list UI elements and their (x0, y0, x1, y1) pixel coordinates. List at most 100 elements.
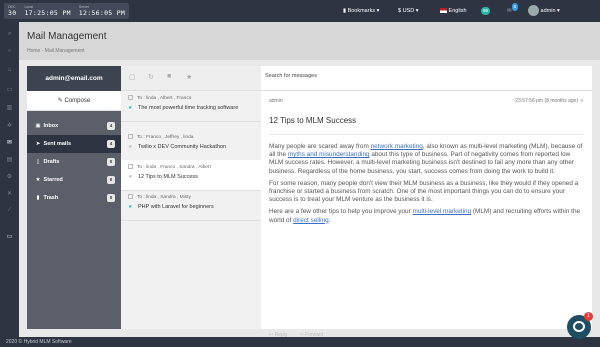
star-icon[interactable]: ★ (128, 174, 132, 181)
refresh-icon[interactable]: ↻ (148, 73, 154, 81)
trash-icon: ▮ (36, 195, 40, 201)
message-meta: admin 23:57:56 pm (8 months ago) ★ (269, 98, 584, 107)
mail-icon[interactable]: ✉ (5, 139, 14, 146)
star-icon[interactable]: ★ (580, 98, 584, 104)
gear-icon[interactable]: ⚙ (5, 173, 14, 180)
breadcrumb: Home - Mail Management (27, 48, 85, 54)
recipients: To : linda , Sandra , Misty (128, 194, 255, 200)
folder-count: 0 (107, 194, 115, 202)
page-header: Mail Management Home - Mail Management (19, 22, 600, 60)
message-body: Many people are scared away from network… (269, 134, 584, 225)
list-item[interactable]: To : Franco , Jeffrey , linda ★ Twilio x … (121, 130, 261, 161)
notifications-count: 99 (481, 7, 491, 15)
bookmarks-dropdown[interactable]: ▮ Bookmarks ▾ (343, 5, 379, 17)
paragraph: Here are a few other tips to help you im… (269, 208, 584, 224)
text: Here are a few other tips to help you im… (269, 208, 413, 216)
breadcrumb-home[interactable]: Home (27, 48, 40, 54)
subject: ★ PHP with Laravel for beginners (128, 204, 255, 211)
date-display: DEC 30 (8, 5, 16, 17)
folder-count: 4 (107, 122, 115, 130)
recipients: To : Franco , Jeffrey , linda (128, 134, 255, 140)
link-direct-selling[interactable]: direct selling (293, 217, 329, 224)
user-menu[interactable]: admin ▾ (528, 5, 560, 17)
settings-icon[interactable]: ✲ (5, 122, 14, 129)
time-ago: (8 months ago) (544, 98, 579, 104)
checkbox[interactable] (128, 164, 133, 169)
compose-button[interactable]: ✎ Compose (27, 91, 121, 111)
search-icon[interactable]: ⌕ (5, 31, 14, 38)
paragraph: For some reason, many people don't view … (269, 179, 579, 204)
message-view: admin 23:57:56 pm (8 months ago) ★ 12 Ti… (261, 91, 592, 338)
link-mlm[interactable]: multi-level marketing (413, 208, 472, 215)
language-dropdown[interactable]: English (440, 5, 467, 17)
chat-button[interactable]: 1 (567, 312, 593, 339)
text: . (328, 216, 331, 224)
tools-icon[interactable]: ✕ (5, 190, 14, 197)
folder-count: 0 (107, 176, 115, 184)
user-icon[interactable]: ○ (5, 48, 14, 55)
star-icon[interactable]: ★ (128, 144, 132, 151)
chart-icon[interactable]: ▥ (5, 104, 14, 111)
recipients-text: To : linda , Sandra , Misty (137, 194, 191, 200)
local-time-value: 17:25:05 PM (24, 9, 71, 17)
folder-count: 0 (107, 158, 115, 166)
account-email: admin@email.com (27, 66, 121, 91)
star-icon[interactable]: ★ (186, 73, 192, 81)
sender: admin (269, 98, 283, 104)
folder-list: ▣ Inbox 4 ➤ Sent mails 4 ▯ Drafts 0 ★ Starr… (27, 111, 121, 329)
subject: ★ The most powerful time tracking softwar… (128, 105, 255, 112)
mail-panel: admin@email.com ✎ Compose ▣ Inbox 4 ➤ Sen… (27, 66, 592, 338)
subject-text: PHP with Laravel for beginners (138, 203, 214, 210)
compose-icon: ✎ (57, 98, 65, 104)
checkbox[interactable] (128, 134, 133, 139)
language-label: English (448, 8, 467, 14)
list-toolbar: ▢ ↻ ■ ★ (121, 66, 261, 91)
time: 23:57:56 pm (515, 98, 544, 104)
wallet-icon[interactable]: ▭ (5, 86, 14, 93)
subject-text: Twilio x DEV Community Hackathon (138, 143, 227, 150)
local-time: Local 17:25:05 PM (24, 5, 70, 17)
messages-count: 5 (511, 3, 519, 11)
star-icon[interactable]: ★ (128, 204, 132, 211)
subject-text: 12 Tips to MLM Success (138, 173, 198, 180)
checkbox[interactable] (128, 194, 133, 199)
messages-button[interactable]: ✉5 (507, 3, 519, 17)
user-name: admin (540, 8, 556, 14)
link-myths[interactable]: myths and misunderstanding (288, 151, 370, 158)
checkbox[interactable] (128, 95, 133, 100)
delete-icon[interactable]: ■ (167, 73, 171, 80)
list-item[interactable]: To : linda , Franco , Sandra , Albert ★ 1… (121, 160, 261, 191)
avatar (528, 5, 539, 17)
folder-drafts[interactable]: ▯ Drafts 0 (27, 153, 121, 171)
paragraph: Many people are scared away from network… (269, 143, 584, 176)
folder-sent[interactable]: ➤ Sent mails 4 (27, 135, 121, 153)
star-icon[interactable]: ★ (128, 105, 132, 112)
folder-label: Starred (43, 177, 63, 183)
network-icon[interactable]: ⌂ (5, 67, 14, 74)
select-all-checkbox[interactable]: ▢ (129, 73, 136, 81)
subject: ★ Twilio x DEV Community Hackathon (128, 144, 255, 151)
recipients-text: To : linda , Albert , Franco (137, 95, 192, 101)
list-item[interactable]: To : linda , Sandra , Misty ★ PHP with La… (121, 190, 261, 221)
inbox-icon: ▣ (35, 123, 41, 129)
currency-dropdown[interactable]: $ USD ▾ (398, 5, 419, 17)
monitor-icon[interactable]: ▭ (5, 233, 14, 240)
text: Many people are scared away from (269, 143, 371, 150)
notifications-button[interactable]: 99 (481, 5, 491, 17)
chat-count: 1 (584, 312, 593, 321)
report-icon[interactable]: ▤ (5, 156, 14, 163)
folder-trash[interactable]: ▮ Trash 0 (27, 189, 121, 207)
top-bar: DEC 30 Local 17:25:05 PM Server 12:56:05 PM… (0, 0, 600, 22)
list-item[interactable]: To : linda , Albert , Franco ★ The most p… (121, 91, 261, 122)
folder-label: Drafts (43, 159, 60, 165)
folder-starred[interactable]: ★ Starred 0 (27, 171, 121, 189)
link-icon[interactable]: ∕ (5, 207, 14, 214)
server-time-value: 12:56:05 PM (78, 9, 126, 17)
subject: ★ 12 Tips to MLM Success (128, 174, 255, 181)
clock-widget: DEC 30 Local 17:25:05 PM Server 12:56:05 PM (4, 3, 130, 19)
search-input[interactable]: Search for messages (261, 66, 592, 91)
folder-inbox[interactable]: ▣ Inbox 4 (27, 117, 121, 135)
subject-text: The most powerful time tracking software (138, 104, 239, 111)
link-network-marketing[interactable]: network marketing (371, 143, 423, 150)
star-icon: ★ (35, 177, 41, 183)
